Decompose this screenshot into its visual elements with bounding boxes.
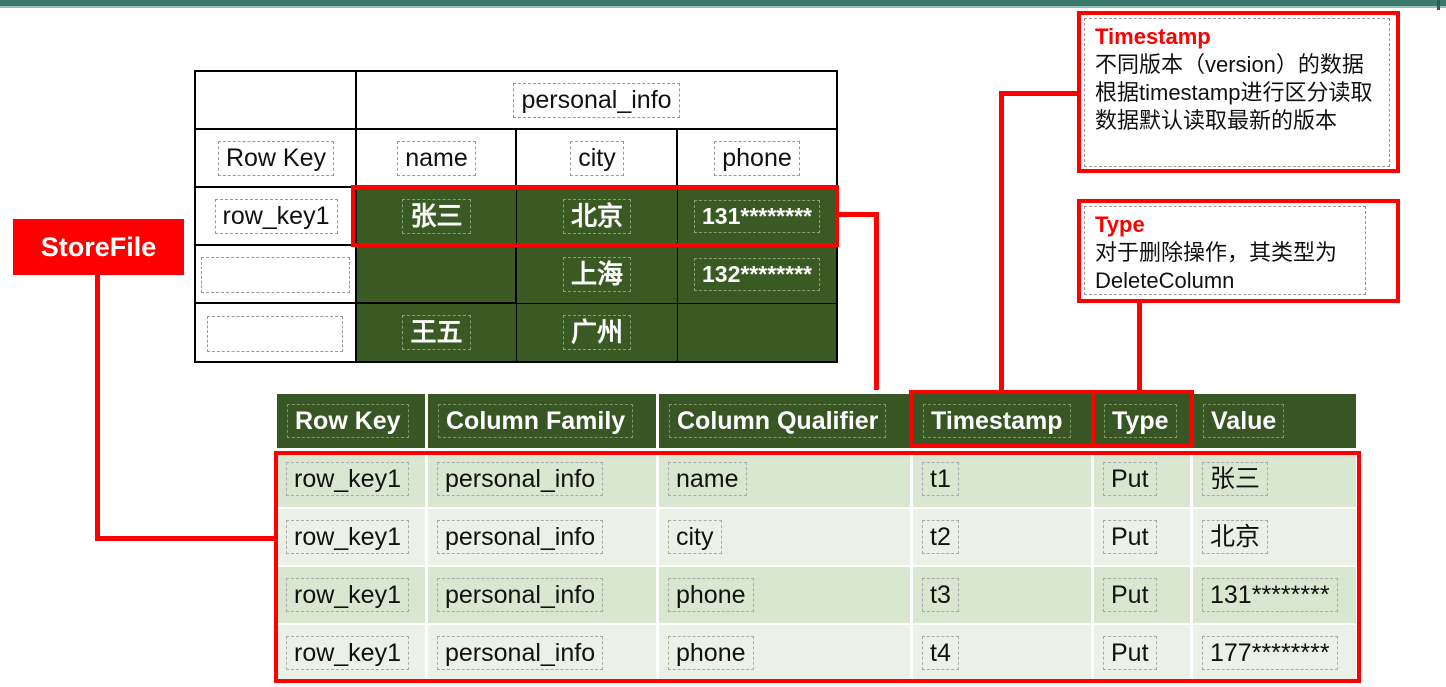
- bh-qualifier-label: Column Qualifier: [669, 403, 887, 439]
- timestamp-note-title: Timestamp: [1095, 24, 1211, 49]
- bh-rowkey-label: Row Key: [287, 403, 409, 439]
- top-col-header-name: name: [357, 130, 516, 187]
- bh-value: Value: [1193, 394, 1356, 448]
- top-row1-key: row_key1: [196, 188, 356, 245]
- top-col-header-city: city: [517, 130, 677, 187]
- col-phone-label: phone: [714, 141, 800, 176]
- type-note-title: Type: [1095, 212, 1145, 237]
- top-col-header-phone: phone: [678, 130, 836, 187]
- storefile-connector-vertical: [95, 275, 100, 540]
- timestamp-connector-vertical: [999, 91, 1004, 390]
- top-row3-name: 王五: [357, 304, 516, 361]
- row1-key-label: row_key1: [214, 199, 338, 234]
- top-row3-key-empty: [207, 316, 343, 352]
- col-name-label: name: [397, 141, 476, 176]
- top-row2-phone: 132********: [678, 246, 836, 303]
- bh-family-label: Column Family: [438, 403, 634, 439]
- timestamp-header-highlight: [909, 390, 1095, 448]
- timestamp-note: Timestamp 不同版本（version）的数据根据timestamp进行区…: [1084, 18, 1390, 167]
- row3-name-value: 王五: [402, 314, 471, 351]
- row1-connector-vertical: [874, 212, 879, 390]
- col-city-label: city: [570, 141, 624, 176]
- storefile-connector-horizontal: [95, 536, 277, 541]
- timestamp-connector-horizontal: [999, 91, 1077, 96]
- type-note: Type 对于删除操作，其类型为DeleteColumn: [1084, 206, 1366, 295]
- row1-highlight-box: [351, 185, 839, 247]
- bh-value-label: Value: [1203, 403, 1285, 439]
- bh-qualifier: Column Qualifier: [659, 394, 910, 448]
- timestamp-note-body: 不同版本（version）的数据根据timestamp进行区分读取数据默认读取最…: [1095, 52, 1373, 133]
- bh-rowkey: Row Key: [277, 394, 425, 448]
- bh-family: Column Family: [428, 394, 656, 448]
- row3-city-value: 广州: [562, 314, 631, 351]
- rowkey-header-label: Row Key: [217, 141, 335, 176]
- family-label: personal_info: [513, 83, 680, 118]
- storefile-label: StoreFile: [13, 219, 184, 275]
- type-header-highlight: [1091, 390, 1194, 448]
- type-note-body: 对于删除操作，其类型为DeleteColumn: [1095, 240, 1338, 293]
- type-connector-vertical: [1137, 303, 1142, 390]
- top-row2-city: 上海: [517, 246, 677, 303]
- row2-phone-value: 132********: [694, 258, 820, 291]
- storefile-body-highlight: [274, 451, 1361, 683]
- row1-connector-horizontal: [839, 212, 879, 217]
- row2-city-value: 上海: [562, 256, 631, 293]
- top-rowkey-header: Row Key: [196, 130, 356, 187]
- top-family-header: personal_info: [357, 72, 836, 129]
- top-row2-key-empty: [201, 257, 350, 293]
- top-row3-city: 广州: [517, 304, 677, 361]
